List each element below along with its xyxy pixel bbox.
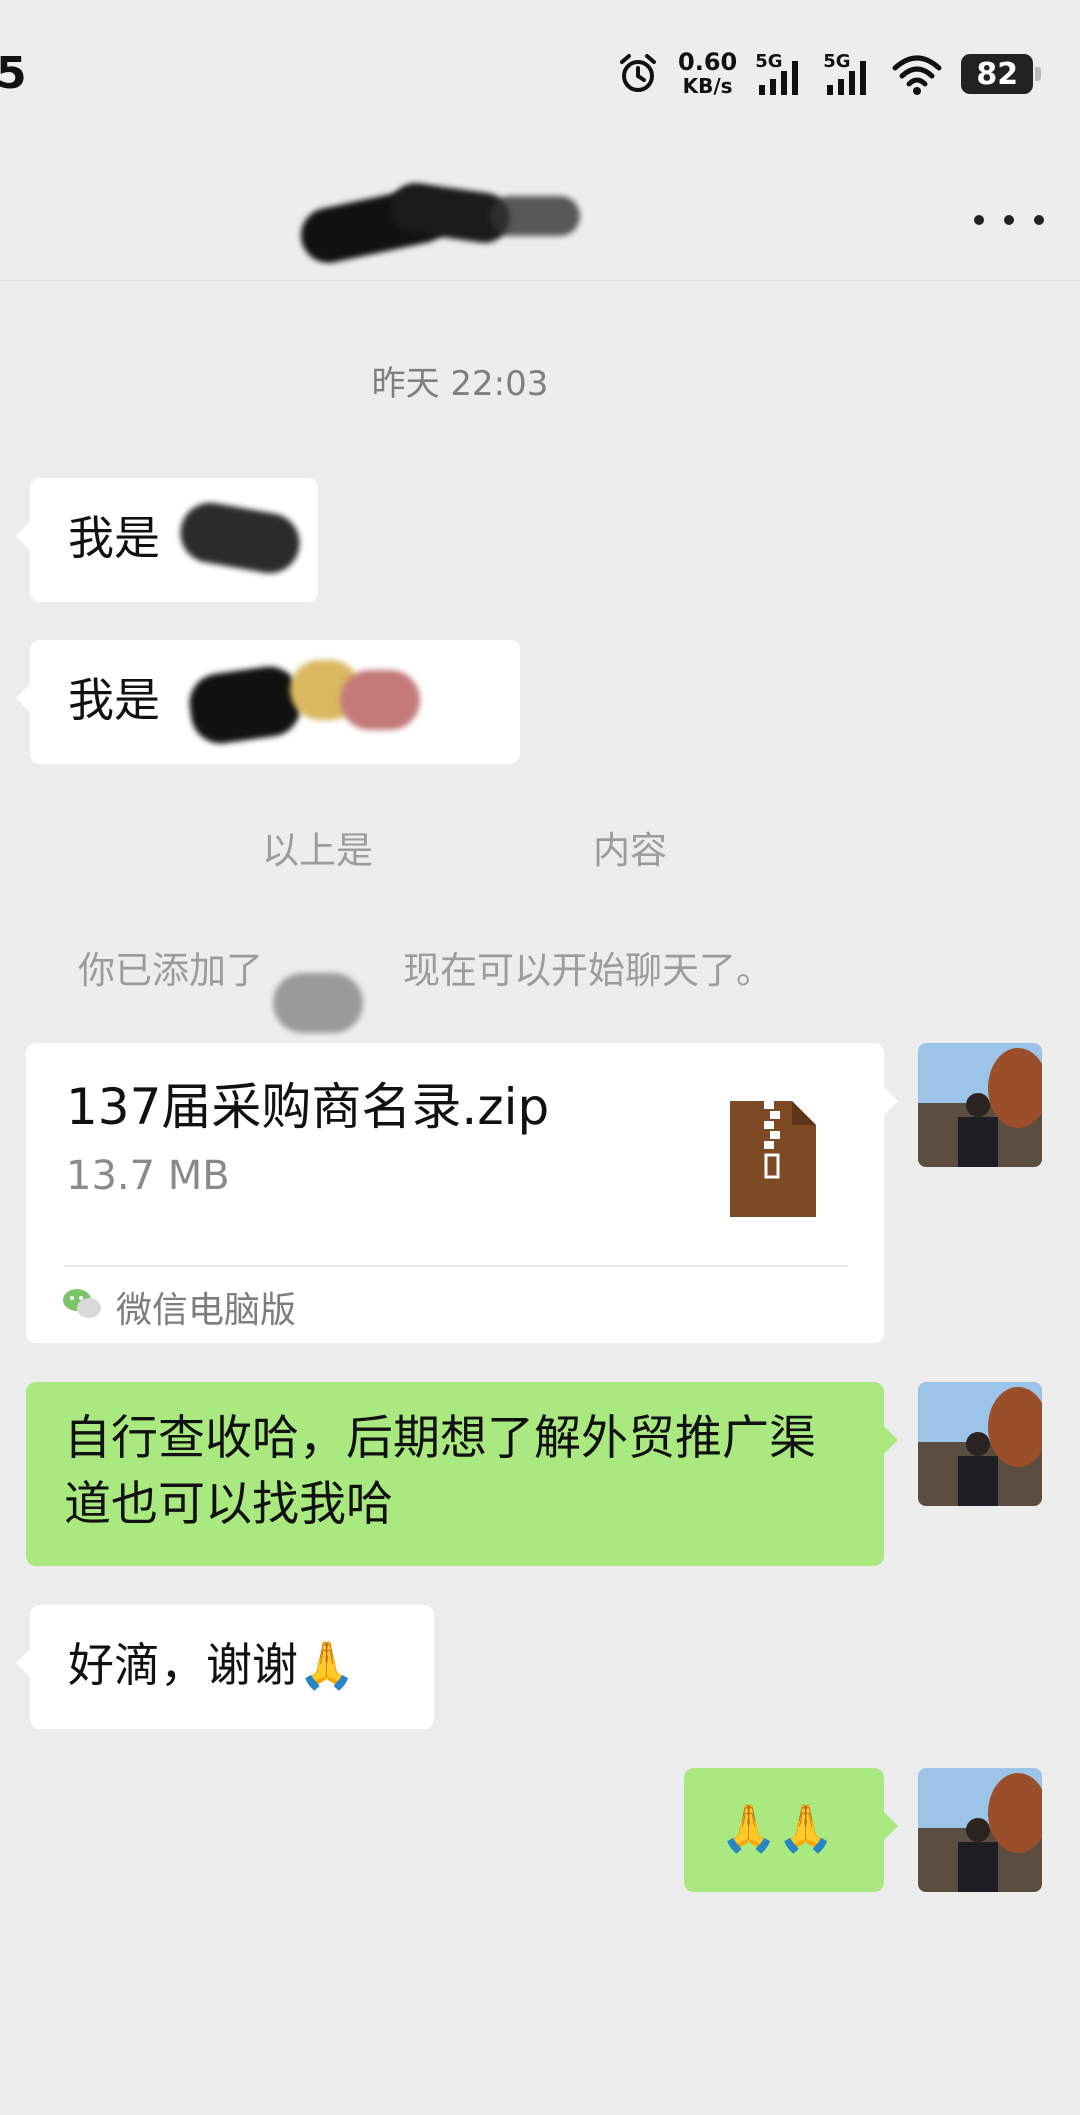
file-message-card[interactable]: 137届采购商名录.zip 13.7 MB 微信电脑版 (26, 1043, 898, 1343)
dot-icon (1004, 215, 1014, 225)
network-speed: 0.60 KB/s (678, 50, 737, 98)
network-speed-value: 0.60 (678, 48, 738, 76)
zip-file-icon (730, 1101, 816, 1217)
battery-icon: 82 (961, 54, 1042, 94)
wifi-icon (892, 55, 942, 95)
message-bubble-incoming[interactable]: 我是 (16, 640, 520, 764)
chat-header (0, 140, 1080, 281)
message-text: 好滴，谢谢🙏 (68, 1638, 356, 1692)
status-icons: 0.60 KB/s 5G 5G 82 (616, 48, 1042, 100)
dot-icon (974, 215, 984, 225)
wechat-logo-icon (63, 1289, 101, 1318)
alarm-icon (620, 54, 656, 92)
chat-title-redacted (295, 179, 600, 268)
file-source: 微信电脑版 (116, 1290, 297, 1331)
message-text: 🙏🙏 (720, 1801, 835, 1855)
message-bubble-incoming[interactable]: 我是 (16, 478, 318, 602)
message-bubble-incoming[interactable]: 好滴，谢谢🙏 (16, 1605, 434, 1729)
message-text: 我是 (68, 511, 160, 565)
status-bar: 5 0.60 KB/s 5G 5G 82 (0, 0, 1080, 140)
network-speed-unit: KB/s (682, 74, 733, 98)
network-type-label: 5G (755, 51, 783, 72)
more-options-button[interactable] (974, 200, 1044, 240)
signal-icon-sim1: 5G (755, 51, 805, 97)
system-notice-right: 内容 (593, 829, 667, 872)
message-bubble-outgoing[interactable]: 自行查收哈，后期想了解外贸推广渠道也可以找我哈 (26, 1382, 898, 1566)
user-avatar[interactable] (918, 1382, 1042, 1506)
system-notice: 以上是 内容 (262, 820, 667, 874)
message-text: 我是 (68, 673, 160, 727)
user-avatar[interactable] (918, 1043, 1042, 1167)
chat-timestamp: 昨天 22:03 (371, 364, 549, 404)
message-text: 自行查收哈，后期想了解外贸推广渠道也可以找我哈 (64, 1411, 816, 1532)
message-bubble-outgoing[interactable]: 🙏🙏 (684, 1768, 898, 1892)
file-name: 137届采购商名录.zip (66, 1078, 550, 1136)
system-notice-left: 你已添加了 (78, 949, 263, 992)
system-notice-right: 现在可以开始聊天了。 (403, 949, 773, 992)
signal-icon-sim2: 5G (823, 51, 873, 97)
system-notice: 你已添加了 现在可以开始聊天了。 (78, 940, 773, 1033)
divider (64, 1265, 848, 1267)
user-avatar[interactable] (918, 1768, 1042, 1892)
dot-icon (1034, 215, 1044, 225)
file-size: 13.7 MB (66, 1153, 230, 1199)
network-type-label: 5G (823, 51, 851, 72)
system-notice-left: 以上是 (262, 829, 373, 872)
status-time: 5 (0, 48, 27, 99)
